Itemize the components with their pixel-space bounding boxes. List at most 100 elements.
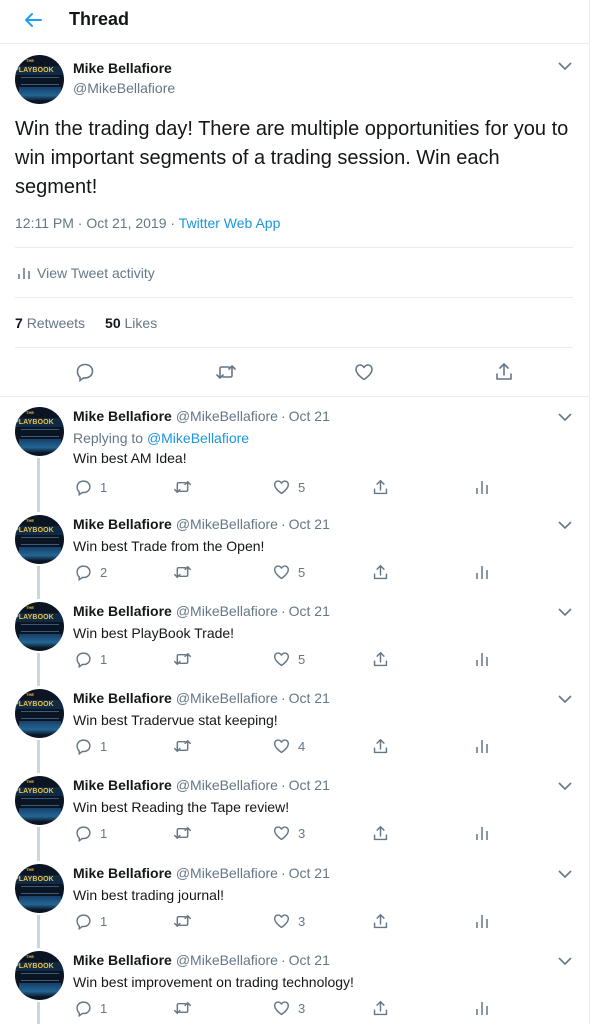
share-icon: [373, 651, 388, 666]
share-button[interactable]: [489, 357, 519, 387]
analytics-button[interactable]: [475, 648, 489, 670]
author-handle[interactable]: @MikeBellafiore: [176, 516, 278, 532]
share-button[interactable]: [372, 561, 389, 583]
reply-button[interactable]: 2: [75, 561, 107, 583]
retweet-button[interactable]: [173, 910, 192, 932]
tweet-date[interactable]: Oct 21: [289, 690, 330, 706]
share-button[interactable]: [372, 648, 389, 670]
tweet-menu-button[interactable]: [556, 57, 574, 75]
retweet-button[interactable]: [173, 561, 192, 583]
tweet-date[interactable]: Oct 21: [289, 777, 330, 793]
share-button[interactable]: [372, 735, 389, 757]
reply-tweet[interactable]: THE PLAYBOOK Mike Bellafiore @MikeBellafi…: [0, 680, 589, 768]
retweet-button[interactable]: [173, 822, 192, 844]
tweet-source-link[interactable]: Twitter Web App: [179, 215, 281, 231]
analytics-button[interactable]: [475, 476, 489, 498]
like-button[interactable]: [349, 357, 379, 387]
author-handle[interactable]: @MikeBellafiore: [176, 952, 278, 968]
back-button[interactable]: [20, 8, 46, 32]
avatar-title: PLAYBOOK: [15, 526, 64, 535]
analytics-button[interactable]: [475, 561, 489, 583]
avatar-lines: [21, 973, 59, 981]
tweet-actions: 1 5: [0, 476, 589, 498]
avatar[interactable]: THE PLAYBOOK: [15, 689, 64, 738]
avatar[interactable]: THE PLAYBOOK: [15, 407, 64, 456]
reply-tweet[interactable]: THE PLAYBOOK Mike Bellafiore @MikeBellafi…: [0, 506, 589, 594]
author-name[interactable]: Mike Bellafiore: [73, 952, 172, 968]
share-button[interactable]: [372, 997, 389, 1019]
author-name[interactable]: Mike Bellafiore: [73, 408, 172, 424]
author-name[interactable]: Mike Bellafiore: [73, 777, 172, 793]
likes-stat[interactable]: 50 Likes: [105, 315, 157, 331]
author-name[interactable]: Mike Bellafiore: [73, 865, 172, 881]
reply-tweet[interactable]: THE PLAYBOOK Mike Bellafiore @MikeBellafi…: [0, 767, 589, 855]
reply-button[interactable]: 1: [75, 910, 107, 932]
tweet-timestamp[interactable]: 12:11 PM · Oct 21, 2019 ·: [15, 215, 179, 231]
author-name[interactable]: Mike Bellafiore: [73, 603, 172, 619]
retweet-button[interactable]: [211, 357, 241, 387]
reply-tweet[interactable]: THE PLAYBOOK Mike Bellafiore @MikeBellafi…: [0, 855, 589, 943]
tweet-menu-button[interactable]: [556, 865, 574, 883]
author-name[interactable]: Mike Bellafiore: [73, 516, 172, 532]
view-activity-link[interactable]: View Tweet activity: [17, 265, 155, 281]
reply-tweet[interactable]: THE PLAYBOOK Mike Bellafiore @MikeBellafi…: [0, 593, 589, 681]
tweet-menu-button[interactable]: [556, 777, 574, 795]
share-button[interactable]: [372, 822, 389, 844]
analytics-button[interactable]: [475, 910, 489, 932]
tweet-menu-button[interactable]: [556, 690, 574, 708]
like-button[interactable]: 3: [273, 822, 305, 844]
author-handle[interactable]: @MikeBellafiore: [176, 690, 278, 706]
author-handle[interactable]: @MikeBellafiore: [176, 865, 278, 881]
analytics-icon: [476, 1002, 488, 1015]
main-tweet: THE PLAYBOOK Mike Bellafiore @MikeBellaf…: [0, 45, 589, 397]
tweet-date[interactable]: Oct 21: [289, 603, 330, 619]
tweet-menu-button[interactable]: [556, 603, 574, 621]
tweet-menu-button[interactable]: [556, 408, 574, 426]
tweet-menu-button[interactable]: [556, 952, 574, 970]
tweet-date[interactable]: Oct 21: [289, 865, 330, 881]
retweet-button[interactable]: [173, 997, 192, 1019]
author-name[interactable]: Mike Bellafiore: [73, 60, 172, 76]
share-button[interactable]: [372, 910, 389, 932]
analytics-button[interactable]: [475, 735, 489, 757]
reply-button[interactable]: 1: [75, 997, 107, 1019]
reply-button[interactable]: 1: [75, 648, 107, 670]
reply-button[interactable]: [70, 357, 100, 387]
avatar[interactable]: THE PLAYBOOK: [15, 515, 64, 564]
analytics-button[interactable]: [475, 997, 489, 1019]
retweet-button[interactable]: [173, 648, 192, 670]
separator-dot: ·: [280, 603, 286, 619]
avatar[interactable]: THE PLAYBOOK: [15, 602, 64, 651]
like-button[interactable]: 3: [273, 997, 305, 1019]
author-handle[interactable]: @MikeBellafiore: [73, 80, 175, 96]
author-handle[interactable]: @MikeBellafiore: [176, 603, 278, 619]
avatar[interactable]: THE PLAYBOOK: [15, 864, 64, 913]
share-button[interactable]: [372, 476, 389, 498]
tweet-date[interactable]: Oct 21: [289, 952, 330, 968]
author-name[interactable]: Mike Bellafiore: [73, 690, 172, 706]
author-handle[interactable]: @MikeBellafiore: [176, 777, 278, 793]
author-handle[interactable]: @MikeBellafiore: [176, 408, 278, 424]
like-button[interactable]: 5: [273, 648, 305, 670]
tweet-date[interactable]: Oct 21: [289, 516, 330, 532]
main-tweet-actions: [0, 357, 589, 387]
avatar[interactable]: THE PLAYBOOK: [15, 776, 64, 825]
reply-button[interactable]: 1: [75, 735, 107, 757]
replying-mention[interactable]: @MikeBellafiore: [147, 430, 249, 446]
tweet-date[interactable]: Oct 21: [289, 408, 330, 424]
retweet-button[interactable]: [173, 735, 192, 757]
retweet-button[interactable]: [173, 476, 192, 498]
like-button[interactable]: 4: [273, 735, 305, 757]
avatar[interactable]: THE PLAYBOOK: [15, 55, 64, 104]
like-button[interactable]: 3: [273, 910, 305, 932]
avatar[interactable]: THE PLAYBOOK: [15, 951, 64, 1000]
reply-button[interactable]: 1: [75, 822, 107, 844]
reply-tweet[interactable]: THE PLAYBOOK Mike Bellafiore @MikeBellafi…: [0, 398, 589, 506]
analytics-button[interactable]: [475, 822, 489, 844]
reply-button[interactable]: 1: [75, 476, 107, 498]
like-button[interactable]: 5: [273, 476, 305, 498]
reply-tweet[interactable]: THE PLAYBOOK Mike Bellafiore @MikeBellafi…: [0, 942, 589, 1024]
tweet-menu-button[interactable]: [556, 516, 574, 534]
retweets-stat[interactable]: 7 Retweets: [15, 315, 85, 331]
like-button[interactable]: 5: [273, 561, 305, 583]
